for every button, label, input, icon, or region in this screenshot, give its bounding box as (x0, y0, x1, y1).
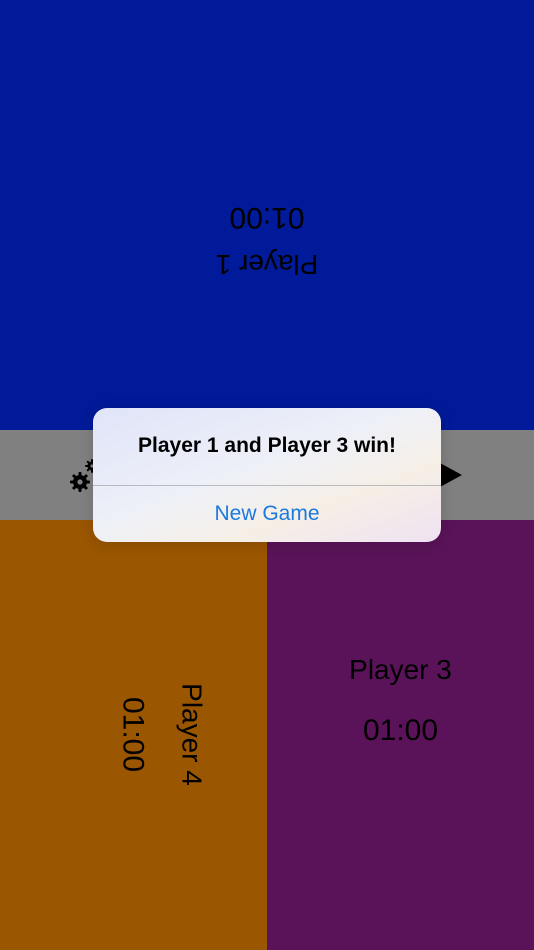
player-1-content: Player 1 01:00 (0, 0, 534, 430)
player-3-panel[interactable]: Player 3 01:00 (267, 520, 534, 950)
player-3-name: Player 3 (349, 654, 452, 685)
player-3-timer: 01:00 (362, 714, 439, 747)
alert-message: Player 1 and Player 3 win! (138, 434, 396, 457)
player-4-name: Player 4 (176, 683, 208, 786)
player-4-content: Player 4 01:00 (1, 520, 268, 950)
player-1-panel[interactable]: Player 1 01:00 (0, 0, 534, 430)
player-4-panel[interactable]: Player 4 01:00 (0, 520, 267, 950)
new-game-button[interactable]: New Game (93, 486, 441, 542)
play-icon[interactable] (440, 463, 462, 487)
game-over-alert: Player 1 and Player 3 win! New Game (93, 408, 441, 542)
player-4-timer: 01:00 (116, 696, 150, 773)
player-1-name: Player 1 (215, 249, 319, 280)
player-1-timer: 01:00 (229, 201, 305, 234)
